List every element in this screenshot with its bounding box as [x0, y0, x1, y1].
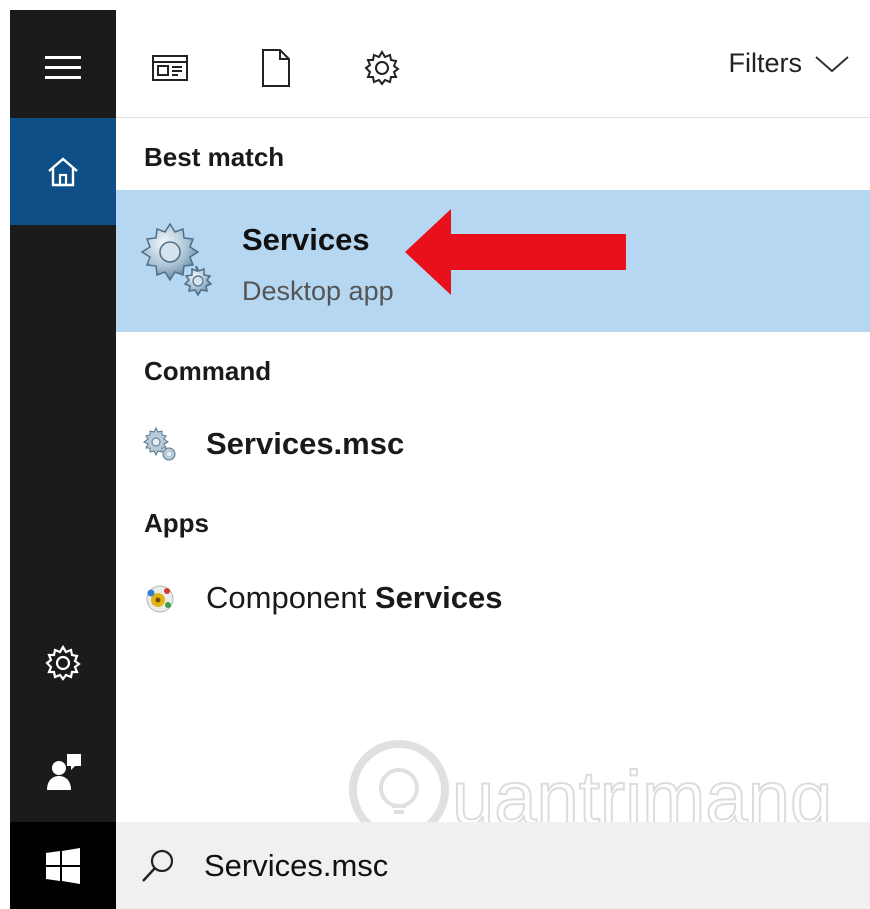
menu-button[interactable] — [10, 18, 116, 118]
apps-filter-button[interactable] — [148, 46, 192, 90]
component-services-icon — [146, 585, 174, 613]
best-match-heading: Best match — [144, 142, 285, 172]
services-gears-icon — [143, 426, 176, 461]
search-window: Filters Best match Services Desktop app … — [10, 10, 870, 909]
filters-label: Filters — [728, 48, 803, 78]
home-icon — [48, 156, 78, 186]
results-panel: Filters Best match Services Desktop app … — [116, 10, 870, 909]
red-arrow-annotation — [405, 209, 626, 295]
hamburger-menu-icon — [45, 56, 81, 79]
feedback-icon — [47, 754, 81, 790]
apps-icon — [152, 55, 188, 81]
filter-toolbar: Filters — [116, 10, 870, 118]
documents-filter-button[interactable] — [254, 46, 298, 90]
search-bar[interactable] — [116, 822, 870, 909]
settings-icon — [364, 50, 400, 86]
search-icon — [142, 849, 174, 882]
settings-filter-button[interactable] — [360, 46, 404, 90]
command-heading: Command — [144, 356, 272, 386]
documents-icon — [262, 49, 290, 87]
filters-dropdown[interactable]: Filters — [729, 48, 851, 79]
home-button[interactable] — [10, 118, 116, 225]
services-gears-icon — [140, 222, 213, 297]
app-result-label-prefix: Component — [206, 580, 375, 615]
command-result-services-msc[interactable]: Services.msc — [116, 412, 870, 476]
best-match-subtitle: Desktop app — [242, 276, 394, 306]
windows-logo-icon — [46, 847, 80, 884]
best-match-title: Services — [242, 222, 370, 257]
apps-heading: Apps — [144, 508, 209, 538]
feedback-button[interactable] — [10, 722, 116, 822]
search-input[interactable] — [204, 844, 804, 888]
app-result-label-match: Services — [374, 580, 503, 615]
app-result-component-services[interactable]: Component Services — [116, 566, 870, 630]
command-result-label: Services.msc — [206, 426, 405, 461]
start-button[interactable] — [10, 822, 116, 909]
chevron-down-icon — [815, 55, 849, 72]
settings-icon — [45, 644, 81, 681]
settings-button[interactable] — [10, 615, 116, 710]
left-rail — [10, 10, 116, 909]
app-result-label: Component Services — [206, 580, 502, 616]
